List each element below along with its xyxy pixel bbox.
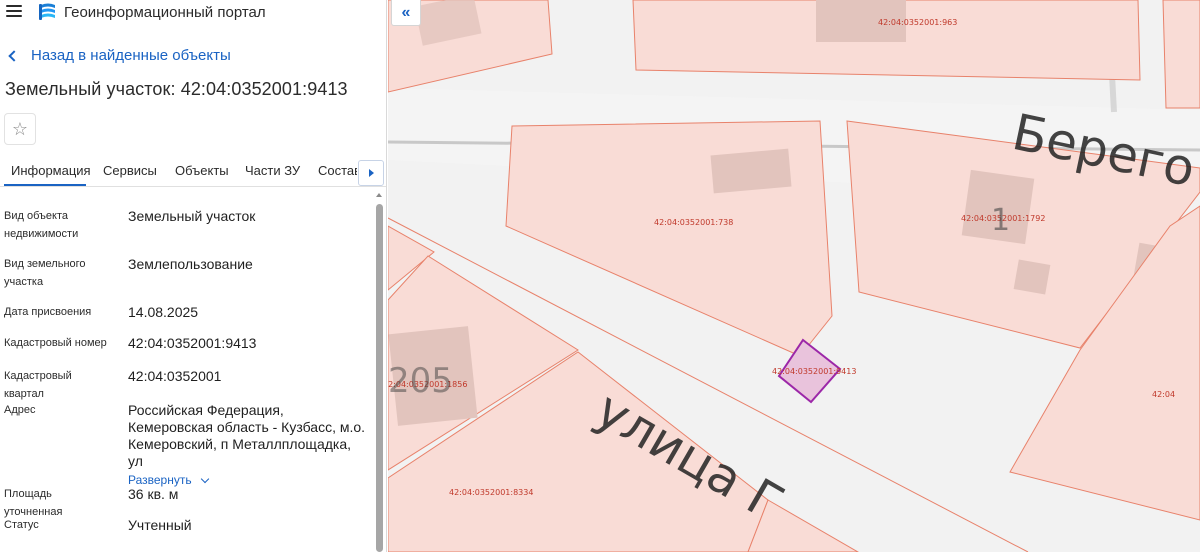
cadastral-map[interactable]: 42:04:0352001:963 42:04:0352001:738 42:0…	[388, 0, 1200, 552]
app-header: Геоинформационный портал	[0, 0, 386, 26]
tab-information[interactable]: Информация	[11, 163, 91, 178]
property-label: Кадастровый номер	[4, 337, 107, 349]
house-number-label: 205	[388, 361, 453, 401]
parcel-label: 42:04:0352001:9413	[772, 367, 856, 376]
property-label: Вид объекта недвижимости	[4, 210, 79, 240]
parcel-label: 42:04:0352001:738	[654, 218, 733, 227]
app-title: Геоинформационный портал	[64, 4, 266, 21]
caret-right-icon	[368, 169, 374, 177]
double-chevron-left-icon: «	[401, 3, 411, 21]
chevron-left-icon	[8, 49, 20, 62]
address-line: Кемеровский, п Металлплощадка, ул	[128, 436, 352, 469]
map-canvas[interactable]: 42:04:0352001:963 42:04:0352001:738 42:0…	[388, 0, 1200, 552]
building	[710, 148, 792, 194]
tab-land-parts[interactable]: Части ЗУ	[245, 163, 300, 178]
star-icon: ☆	[11, 119, 29, 139]
address-line: Российская Федерация,	[128, 402, 284, 418]
hamburger-icon[interactable]	[6, 5, 22, 19]
property-value: 42:04:0352001:9413	[128, 335, 257, 351]
collapse-panel-button[interactable]: «	[391, 0, 421, 26]
building-number-label: 1	[991, 203, 1010, 238]
property-value: Земельный участок	[128, 208, 256, 224]
back-to-results-link[interactable]: Назад в найденные объекты	[8, 47, 231, 64]
property-label: Дата присвоения	[4, 306, 92, 318]
tab-bar: Информация Сервисы Объекты Части ЗУ Сост…	[0, 154, 357, 187]
parcel-label: 42:04:0352001:963	[878, 18, 957, 27]
portal-logo-icon	[39, 3, 55, 20]
property-label: Вид земельного участка	[4, 258, 86, 288]
tabs-scroll-right-button[interactable]	[358, 160, 384, 186]
parcel[interactable]	[1162, 0, 1200, 109]
parcel-label: 42:04:0352001:8334	[449, 488, 533, 497]
properties-list: Вид объекта недвижимости Земельный участ…	[0, 187, 377, 552]
back-link-label: Назад в найденные объекты	[31, 47, 231, 64]
building	[1013, 259, 1051, 295]
property-value: Учтенный	[128, 517, 192, 533]
object-info-panel: Геоинформационный портал Назад в найденн…	[0, 0, 387, 552]
scrollbar-up-arrow[interactable]	[376, 191, 383, 199]
chevron-down-icon	[200, 474, 209, 483]
property-value-address: Российская Федерация, Кемеровская област…	[128, 402, 368, 489]
property-value: 14.08.2025	[128, 304, 199, 320]
property-label: Кадастровый квартал	[4, 370, 72, 400]
property-label: Адрес	[4, 404, 36, 416]
property-value: 42:04:0352001	[128, 368, 222, 384]
property-value: 36 кв. м	[128, 486, 179, 502]
property-label: Статус	[4, 519, 39, 531]
address-line: Кемеровская область - Кузбасс, м.о.	[128, 419, 366, 435]
panel-scrollbar-thumb[interactable]	[376, 204, 383, 552]
tab-composition[interactable]: Состав	[318, 163, 357, 178]
tab-objects[interactable]: Объекты	[175, 163, 229, 178]
favorite-button[interactable]: ☆	[4, 113, 36, 145]
page-title: Земельный участок: 42:04:0352001:9413	[5, 79, 348, 99]
property-value: Землепользование	[128, 256, 253, 272]
tab-services[interactable]: Сервисы	[103, 163, 157, 178]
parcel-label: 42:04	[1152, 390, 1175, 399]
